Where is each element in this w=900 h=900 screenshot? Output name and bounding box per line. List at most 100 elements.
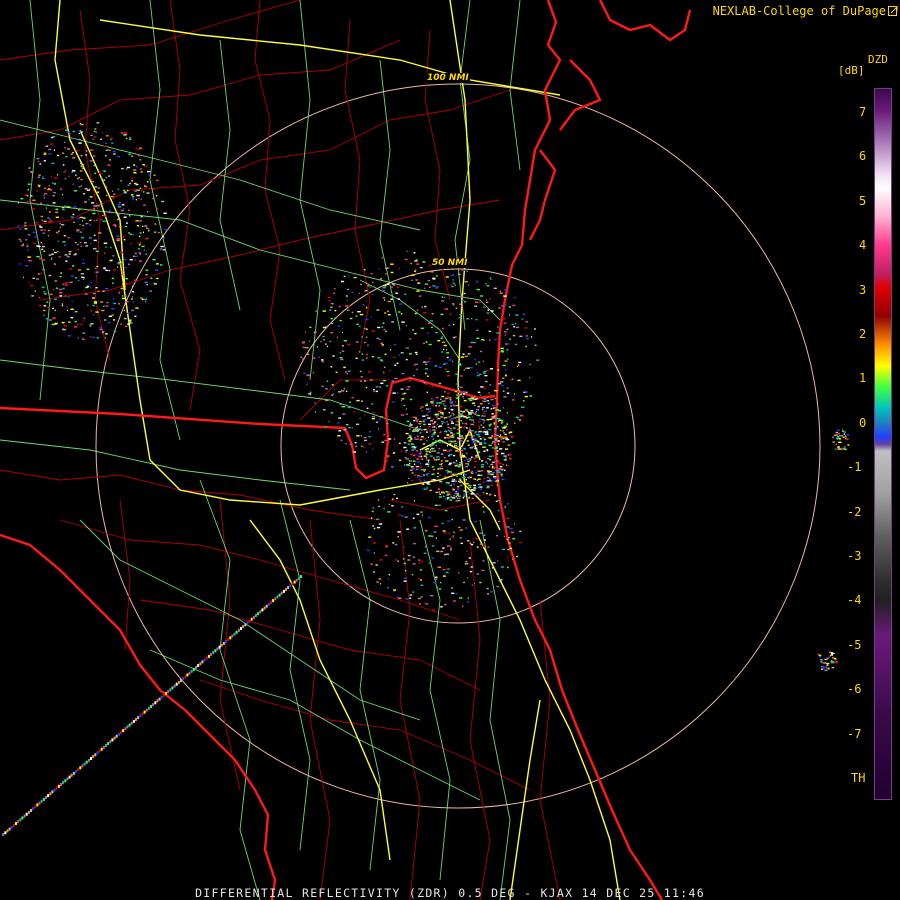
radar-echo-pixel	[494, 494, 496, 497]
radar-echo-pixel	[96, 122, 100, 124]
radar-echo-pixel	[68, 775, 71, 779]
radar-echo-pixel	[97, 290, 100, 292]
radar-echo-pixel	[406, 388, 410, 391]
radar-echo-pixel	[468, 484, 472, 487]
radar-echo-pixel	[830, 654, 834, 656]
radar-echo-pixel	[449, 430, 451, 432]
radar-echo-pixel	[355, 341, 359, 343]
radar-echo-pixel	[61, 303, 64, 305]
radar-echo-pixel	[121, 261, 124, 263]
radar-echo-pixel	[483, 370, 487, 373]
radar-echo-pixel	[89, 224, 92, 226]
radar-echo-pixel	[87, 758, 90, 762]
radar-echo-pixel	[451, 480, 455, 482]
external-link-icon[interactable]	[888, 5, 898, 16]
radar-echo-pixel	[425, 383, 428, 385]
radar-echo-pixel	[462, 395, 464, 398]
radar-echo-pixel	[455, 500, 459, 502]
radar-echo-pixel	[423, 423, 426, 426]
radar-echo-pixel	[413, 500, 415, 502]
radar-echo-pixel	[107, 228, 109, 230]
radar-echo-pixel	[92, 297, 95, 299]
radar-echo-pixel	[503, 536, 505, 538]
radar-echo-pixel	[451, 274, 455, 276]
radar-echo-pixel	[62, 208, 65, 211]
radar-echo-pixel	[534, 328, 536, 330]
radar-echo-pixel	[319, 396, 321, 399]
radar-echo-pixel	[472, 442, 476, 444]
radar-echo-pixel	[155, 269, 159, 271]
radar-echo-pixel	[442, 421, 446, 423]
radar-echo-pixel	[483, 440, 485, 442]
radar-echo-pixel	[75, 174, 77, 176]
radar-echo-pixel	[105, 215, 107, 217]
radar-echo-pixel	[506, 429, 508, 431]
radar-echo-pixel	[483, 398, 485, 400]
radar-echo-pixel	[195, 666, 197, 669]
radar-echo-pixel	[452, 473, 454, 475]
radar-echo-pixel	[460, 440, 464, 442]
radar-echo-pixel	[517, 364, 520, 366]
radar-echo-pixel	[450, 440, 453, 443]
radar-echo-pixel	[461, 447, 463, 449]
radar-echo-pixel	[72, 169, 76, 172]
radar-echo-pixel	[74, 320, 77, 323]
radar-echo-pixel	[71, 300, 73, 302]
radar-echo-pixel	[59, 295, 63, 297]
radar-echo-pixel	[426, 391, 428, 393]
radar-echo-pixel	[304, 331, 306, 334]
radar-echo-pixel	[487, 473, 490, 475]
radar-echo-pixel	[22, 243, 24, 245]
radar-echo-pixel	[483, 422, 485, 424]
radar-echo-pixel	[84, 188, 88, 190]
radar-echo-pixel	[401, 515, 404, 517]
radar-echo-pixel	[478, 418, 482, 420]
radar-echo-pixel	[154, 231, 157, 233]
radar-echo-pixel	[378, 578, 382, 580]
radar-echo-pixel	[55, 211, 59, 214]
radar-echo-pixel	[481, 415, 484, 417]
radar-echo-pixel	[391, 321, 394, 323]
radar-echo-pixel	[385, 385, 389, 387]
radar-echo-pixel	[49, 218, 52, 220]
legend-tick: -3	[847, 549, 862, 563]
radar-echo-pixel	[460, 434, 463, 437]
radar-echo-pixel	[511, 442, 516, 444]
radar-echo-pixel	[465, 462, 467, 465]
radar-echo-pixel	[408, 477, 410, 480]
radar-echo-pixel	[464, 355, 469, 358]
radar-echo-pixel	[472, 341, 476, 344]
radar-echo-pixel	[131, 155, 133, 157]
radar-echo-pixel	[462, 299, 465, 301]
radar-echo-pixel	[127, 184, 130, 186]
radar-echo-pixel	[314, 402, 316, 404]
radar-echo-pixel	[400, 399, 403, 402]
radar-echo-pixel	[31, 171, 34, 174]
radar-echo-pixel	[483, 387, 486, 390]
credit-label[interactable]: NEXLAB-College of DuPage	[713, 4, 886, 18]
radar-echo-pixel	[49, 319, 53, 321]
radar-echo-pixel	[92, 304, 95, 307]
radar-echo-pixel	[443, 437, 447, 439]
radar-echo-pixel	[361, 400, 363, 402]
legend-tick: 5	[859, 193, 867, 208]
radar-echo-pixel	[458, 478, 462, 480]
radar-echo-pixel	[419, 425, 421, 428]
radar-echo-pixel	[424, 306, 427, 308]
radar-echo-pixel	[431, 450, 433, 453]
radar-echo-pixel	[398, 597, 402, 600]
radar-echo-pixel	[467, 434, 471, 436]
radar-echo-pixel	[104, 319, 107, 321]
radar-echo-pixel	[386, 460, 388, 462]
radar-echo-pixel	[47, 235, 49, 237]
radar-echo-pixel	[132, 198, 135, 200]
radar-echo-pixel	[436, 550, 440, 553]
radar-echo-pixel	[64, 141, 66, 143]
radar-echo-pixel	[427, 279, 431, 282]
radar-echo-pixel	[437, 566, 441, 568]
radar-echo-pixel	[476, 280, 478, 282]
radar-echo-pixel	[106, 135, 109, 137]
radar-echo-pixel	[467, 416, 471, 418]
radar-echo-pixel	[453, 417, 457, 419]
radar-echo-pixel	[123, 258, 127, 261]
